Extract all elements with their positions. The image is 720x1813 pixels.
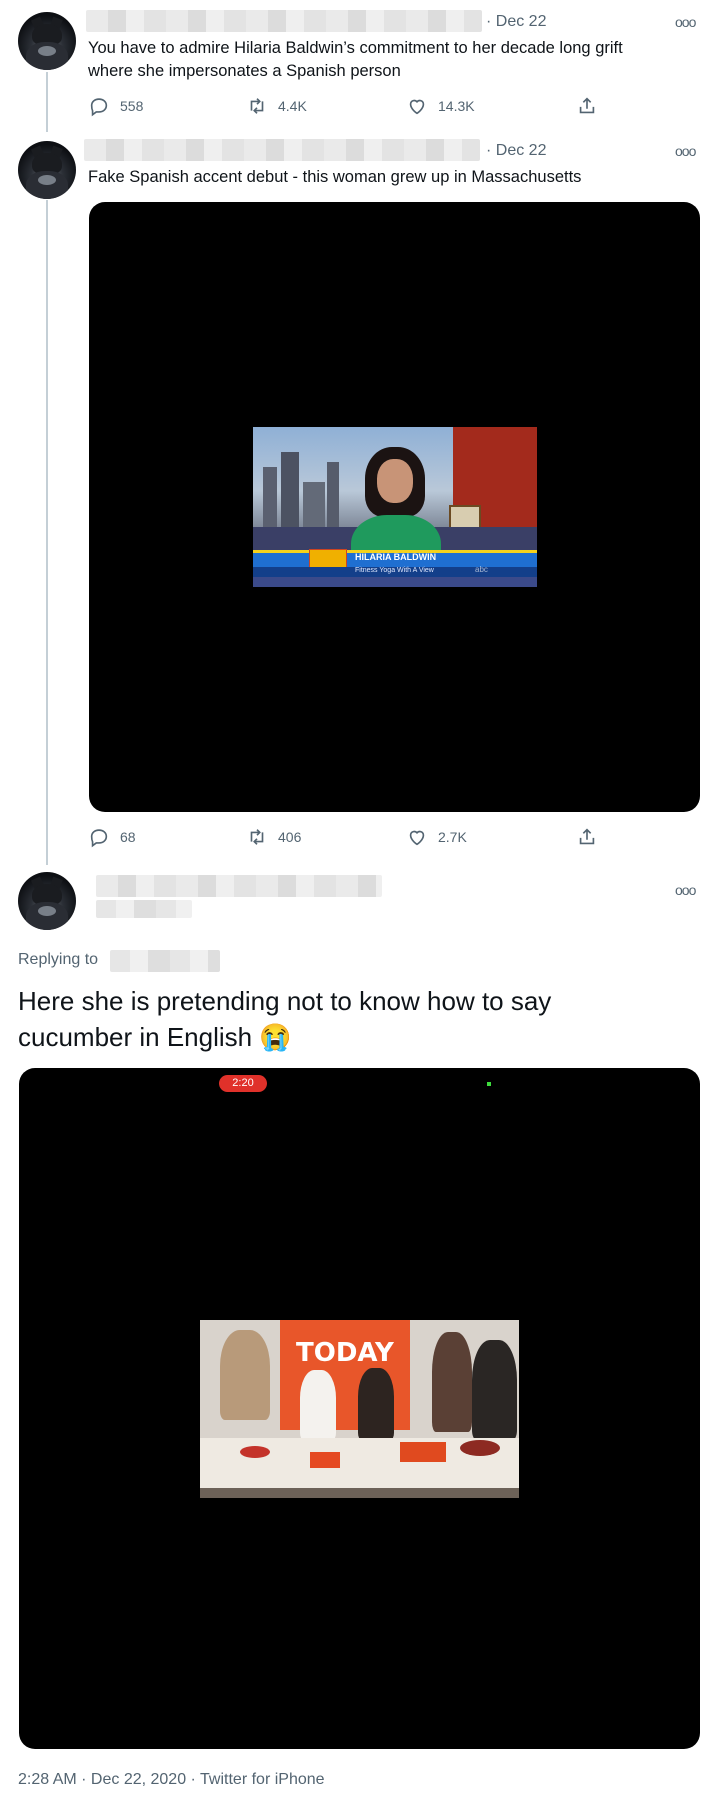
reply-count: 558: [120, 98, 144, 114]
like-icon: [409, 99, 425, 115]
thumbnail-caption: HILARIA BALDWIN: [355, 552, 437, 562]
retweet-button[interactable]: 406: [246, 826, 301, 848]
thread-line: [46, 200, 48, 865]
like-button[interactable]: 2.7K: [406, 826, 467, 848]
video-player[interactable]: HILARIA BALDWIN Fitness Yoga With A View…: [89, 202, 700, 812]
today-logo: TODAY: [296, 1338, 394, 1368]
like-icon: [409, 830, 425, 846]
main-tweet-text: cucumber in English: [18, 1022, 253, 1052]
share-icon: [579, 828, 595, 845]
share-button[interactable]: [576, 95, 598, 117]
avatar[interactable]: [18, 872, 76, 930]
tweet-date[interactable]: · Dec 22: [486, 13, 546, 31]
thread-line: [46, 72, 48, 132]
video-thumbnail[interactable]: HILARIA BALDWIN Fitness Yoga With A View…: [253, 427, 537, 587]
retweet-count: 406: [278, 829, 302, 845]
reply-count: 68: [120, 829, 136, 845]
share-button[interactable]: [576, 826, 598, 848]
tweet-timestamp[interactable]: 2:28 AM · Dec 22, 2020 · Twitter for iPh…: [18, 1771, 325, 1789]
more-icon[interactable]: ooo: [675, 882, 696, 898]
thumbnail-subcaption: Fitness Yoga With A View: [355, 567, 434, 574]
reply-button[interactable]: 68: [88, 826, 136, 848]
reply-button[interactable]: 558: [88, 95, 143, 117]
reply-icon: [90, 98, 108, 117]
redacted-username: [86, 10, 482, 32]
retweet-count: 4.4K: [278, 98, 307, 114]
retweet-button[interactable]: 4.4K: [246, 95, 307, 117]
tweet-date[interactable]: · Dec 22: [486, 142, 546, 160]
replying-to-label: Replying to: [18, 951, 99, 968]
video-duration-badge: 2:20: [219, 1075, 267, 1092]
tweet-text-line: where she impersonates a Spanish person: [88, 62, 401, 80]
more-icon[interactable]: ooo: [675, 143, 696, 159]
share-icon: [579, 97, 595, 114]
like-button[interactable]: 14.3K: [406, 95, 475, 117]
tweet-text-line: You have to admire Hilaria Baldwin’s com…: [88, 39, 623, 57]
retweet-icon: [250, 829, 264, 845]
main-tweet-text: Here she is pretending not to know how t…: [18, 986, 552, 1016]
more-icon[interactable]: ooo: [675, 14, 696, 30]
reply-icon: [90, 829, 108, 848]
recording-indicator: [487, 1082, 491, 1086]
crying-emoji-icon: 😭: [259, 1022, 292, 1052]
redacted-handle: [96, 900, 192, 918]
video-thumbnail[interactable]: TODAY: [200, 1320, 519, 1498]
redacted-reply-handle[interactable]: [110, 950, 220, 972]
redacted-display-name: [96, 875, 382, 897]
like-count: 2.7K: [438, 829, 467, 845]
like-count: 14.3K: [438, 98, 475, 114]
video-player[interactable]: 2:20 TODAY: [19, 1068, 700, 1749]
avatar[interactable]: [18, 12, 76, 70]
tweet-text-line: Fake Spanish accent debut - this woman g…: [88, 168, 582, 186]
avatar[interactable]: [18, 141, 76, 199]
retweet-icon: [250, 98, 264, 114]
redacted-username: [84, 139, 480, 161]
network-badge: abc: [475, 565, 488, 574]
